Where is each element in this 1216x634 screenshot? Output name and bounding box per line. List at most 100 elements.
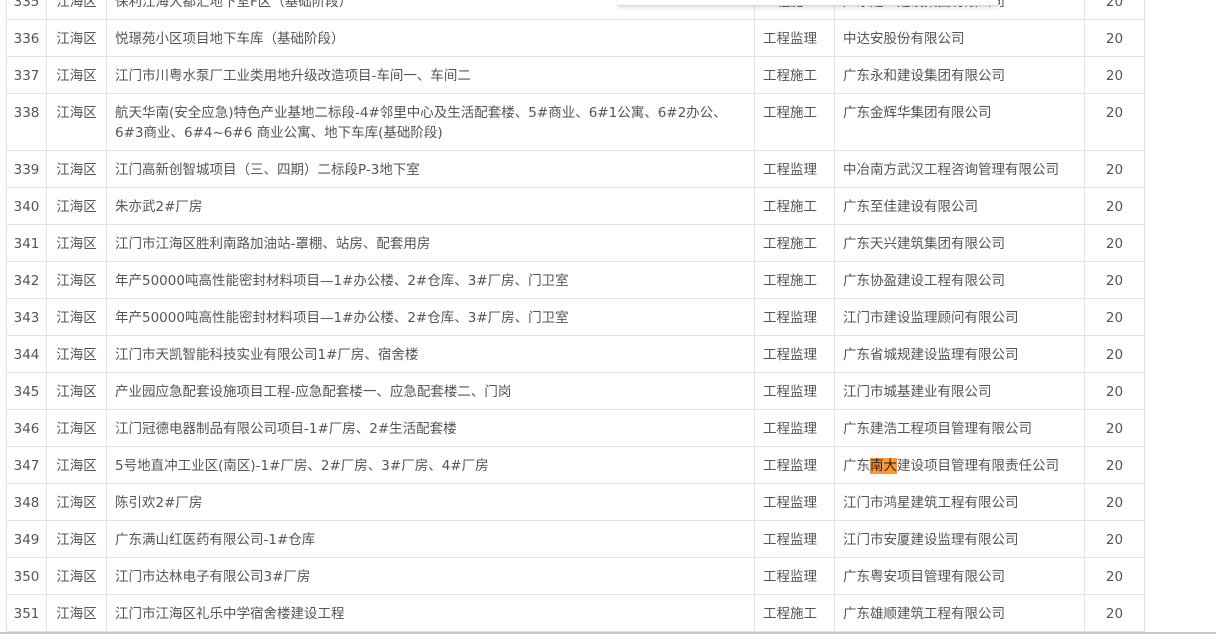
row-number: 339: [6, 150, 47, 188]
project-type: 工程施工: [754, 56, 835, 94]
district: 江海区: [46, 409, 107, 447]
table-row: 337 江海区 江门市川粤水泵厂工业类用地升级改造项目-车间一、车间二 工程施工…: [6, 56, 1145, 94]
row-number: 336: [6, 19, 47, 57]
project-name: 江门高新创智城项目（三、四期）二标段P-3地下室: [106, 150, 755, 188]
table-row: 350 江海区 江门市达林电子有限公司3#厂房 工程监理 广东粤安项目管理有限公…: [6, 557, 1145, 595]
district: 江海区: [46, 19, 107, 57]
project-name: 朱亦武2#厂房: [106, 187, 755, 225]
score: 20: [1084, 187, 1145, 225]
project-name: 产业园应急配套设施项目工程-应急配套楼一、应急配套楼二、门岗: [106, 372, 755, 410]
score: 20: [1084, 261, 1145, 299]
row-number: 340: [6, 187, 47, 225]
project-type: 工程监理: [754, 298, 835, 336]
district: 江海区: [46, 372, 107, 410]
project-type: 工程监理: [754, 150, 835, 188]
score: 20: [1084, 224, 1145, 262]
search-highlight: 南大: [870, 458, 897, 474]
score: 20: [1084, 520, 1145, 558]
project-type: 工程施工: [754, 594, 835, 632]
project-type: 工程监理: [754, 19, 835, 57]
row-number: 342: [6, 261, 47, 299]
project-type: 工程施工: [754, 187, 835, 225]
district: 江海区: [46, 56, 107, 94]
company-name: 广东省城规建设监理有限公司: [834, 335, 1085, 373]
project-type: 工程施工: [754, 261, 835, 299]
project-name: 江门市江海区礼乐中学宿舍楼建设工程: [106, 594, 755, 632]
score: 20: [1084, 93, 1145, 151]
project-name: 航天华南(安全应急)特色产业基地二标段-4#邻里中心及生活配套楼、5#商业、6#…: [106, 93, 755, 151]
row-number: 338: [6, 93, 47, 151]
table-row: 349 江海区 广东满山红医药有限公司-1#仓库 工程监理 江门市安厦建设监理有…: [6, 520, 1145, 558]
row-number: 348: [6, 483, 47, 521]
row-number: 344: [6, 335, 47, 373]
score: 20: [1084, 557, 1145, 595]
score: 20: [1084, 335, 1145, 373]
district: 江海区: [46, 335, 107, 373]
table-row: 343 江海区 年产50000吨高性能密封材料项目—1#办公楼、2#仓库、3#厂…: [6, 298, 1145, 336]
table-row: 336 江海区 悦璟苑小区项目地下车库（基础阶段） 工程监理 中达安股份有限公司…: [6, 19, 1145, 57]
table-row: 342 江海区 年产50000吨高性能密封材料项目—1#办公楼、2#仓库、3#厂…: [6, 261, 1145, 299]
row-number: 345: [6, 372, 47, 410]
district: 江海区: [46, 446, 107, 484]
company-name: 江门市鸿星建筑工程有限公司: [834, 483, 1085, 521]
score: 20: [1084, 409, 1145, 447]
company-name: 广东天兴建筑集团有限公司: [834, 224, 1085, 262]
district: 江海区: [46, 557, 107, 595]
district: 江海区: [46, 594, 107, 632]
district: 江海区: [46, 298, 107, 336]
table-row: 348 江海区 陈引欢2#厂房 工程监理 江门市鸿星建筑工程有限公司 20: [6, 483, 1145, 521]
project-name: 悦璟苑小区项目地下车库（基础阶段）: [106, 19, 755, 57]
project-type: 工程施工: [754, 224, 835, 262]
project-name: 江门市达林电子有限公司3#厂房: [106, 557, 755, 595]
row-number: 337: [6, 56, 47, 94]
project-type: 工程监理: [754, 520, 835, 558]
district: 江海区: [46, 0, 107, 20]
project-name: 陈引欢2#厂房: [106, 483, 755, 521]
company-name: 江门市安厦建设监理有限公司: [834, 520, 1085, 558]
project-name: 广东满山红医药有限公司-1#仓库: [106, 520, 755, 558]
district: 江海区: [46, 520, 107, 558]
district: 江海区: [46, 150, 107, 188]
table-row: 347 江海区 5号地直冲工业区(南区)-1#厂房、2#厂房、3#厂房、4#厂房…: [6, 446, 1145, 484]
project-type: 工程施工: [754, 93, 835, 151]
table-row: 340 江海区 朱亦武2#厂房 工程施工 广东至佳建设有限公司 20: [6, 187, 1145, 225]
project-type: 工程监理: [754, 483, 835, 521]
score: 20: [1084, 483, 1145, 521]
table-row: 339 江海区 江门高新创智城项目（三、四期）二标段P-3地下室 工程监理 中冶…: [6, 150, 1145, 188]
score: 20: [1084, 446, 1145, 484]
project-type: 工程监理: [754, 446, 835, 484]
district: 江海区: [46, 224, 107, 262]
row-number: 341: [6, 224, 47, 262]
district: 江海区: [46, 483, 107, 521]
project-type: 工程监理: [754, 557, 835, 595]
row-number: 350: [6, 557, 47, 595]
project-name: 5号地直冲工业区(南区)-1#厂房、2#厂房、3#厂房、4#厂房: [106, 446, 755, 484]
score: 20: [1084, 56, 1145, 94]
results-table: 335 江海区 保利江海大都汇地下室F区（基础阶段） 工程施工 广东建工建设集团…: [6, 0, 1145, 632]
row-number: 349: [6, 520, 47, 558]
results-table-container: 335 江海区 保利江海大都汇地下室F区（基础阶段） 工程施工 广东建工建设集团…: [6, 0, 1145, 632]
project-name: 江门市江海区胜利南路加油站-罩棚、站房、配套用房: [106, 224, 755, 262]
row-number: 343: [6, 298, 47, 336]
district: 江海区: [46, 187, 107, 225]
company-name: 广东粤安项目管理有限公司: [834, 557, 1085, 595]
project-name: 江门市天凯智能科技实业有限公司1#厂房、宿舍楼: [106, 335, 755, 373]
project-name: 年产50000吨高性能密封材料项目—1#办公楼、2#仓库、3#厂房、门卫室: [106, 298, 755, 336]
row-number: 351: [6, 594, 47, 632]
score: 20: [1084, 594, 1145, 632]
score: 20: [1084, 298, 1145, 336]
table-row: 345 江海区 产业园应急配套设施项目工程-应急配套楼一、应急配套楼二、门岗 工…: [6, 372, 1145, 410]
row-number: 347: [6, 446, 47, 484]
find-bar-popup-edge: [618, 0, 998, 6]
district: 江海区: [46, 261, 107, 299]
table-row: 341 江海区 江门市江海区胜利南路加油站-罩棚、站房、配套用房 工程施工 广东…: [6, 224, 1145, 262]
company-name: 广东建浩工程项目管理有限公司: [834, 409, 1085, 447]
table-row: 346 江海区 江门冠德电器制品有限公司项目-1#厂房、2#生活配套楼 工程监理…: [6, 409, 1145, 447]
score: 20: [1084, 19, 1145, 57]
project-type: 工程监理: [754, 372, 835, 410]
company-name: 中冶南方武汉工程咨询管理有限公司: [834, 150, 1085, 188]
row-number: 346: [6, 409, 47, 447]
project-type: 工程监理: [754, 335, 835, 373]
project-name: 江门市川粤水泵厂工业类用地升级改造项目-车间一、车间二: [106, 56, 755, 94]
company-name: 广东金辉华集团有限公司: [834, 93, 1085, 151]
